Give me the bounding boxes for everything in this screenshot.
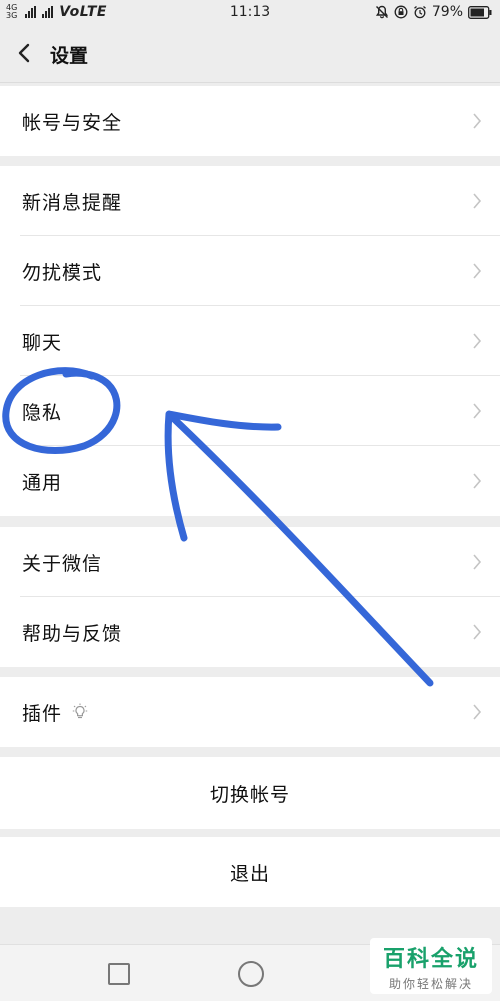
settings-item-privacy[interactable]: 隐私 [0,376,500,446]
settings-item-general[interactable]: 通用 [0,446,500,516]
settings-item-about-wechat[interactable]: 关于微信 [0,527,500,597]
settings-item-account-security[interactable]: 帐号与安全 [0,86,500,156]
settings-group-main: 新消息提醒 勿扰模式 聊天 隐私 通用 [0,166,500,516]
settings-item-plugins[interactable]: 插件 [0,677,500,747]
alarm-icon [413,6,426,19]
battery-percent: 79% [431,4,463,20]
watermark-logo: 百科全说 助你轻松解决 [370,938,492,994]
page-title: 设置 [50,45,89,67]
settings-item-chat[interactable]: 聊天 [0,306,500,376]
battery-icon [468,5,492,19]
chevron-right-icon [473,113,482,129]
chevron-right-icon [473,333,482,349]
settings-item-label: 插件 [22,703,63,725]
settings-item-do-not-disturb[interactable]: 勿扰模式 [0,236,500,306]
lock-rotation-icon [394,5,408,19]
logout-button[interactable]: 退出 [0,837,500,907]
settings-item-help-feedback[interactable]: 帮助与反馈 [0,597,500,667]
chevron-right-icon [473,263,482,279]
switch-account-button[interactable]: 切换帐号 [0,757,500,829]
chevron-right-icon [473,624,482,640]
switch-account-group: 切换帐号 [0,757,500,829]
chevron-right-icon [473,473,482,489]
settings-item-label: 帮助与反馈 [22,623,123,645]
recent-apps-icon[interactable] [108,963,130,985]
status-bar: 4G 3G VoLTE 11:13 79% [0,0,500,26]
watermark-subtitle: 助你轻松解决 [388,977,473,991]
settings-group-plugins: 插件 [0,677,500,747]
settings-item-label: 通用 [22,472,63,494]
settings-item-label: 勿扰模式 [22,262,103,284]
plugin-bulb-icon [72,703,88,719]
settings-item-label: 新消息提醒 [22,192,123,214]
settings-group-account: 帐号与安全 [0,86,500,156]
settings-group-about: 关于微信 帮助与反馈 [0,527,500,667]
settings-item-label: 聊天 [22,332,63,354]
settings-item-label: 帐号与安全 [22,112,123,134]
logout-group: 退出 [0,837,500,907]
watermark-title: 百科全说 [382,947,479,972]
status-right: 79% [375,4,492,20]
chevron-right-icon [473,704,482,720]
settings-item-notifications[interactable]: 新消息提醒 [0,166,500,236]
title-bar: 设置 [0,26,500,83]
chevron-right-icon [473,554,482,570]
home-icon[interactable] [238,961,264,987]
chevron-left-icon[interactable] [14,42,36,64]
chevron-right-icon [473,193,482,209]
bell-off-icon [375,5,388,19]
chevron-right-icon [473,403,482,419]
settings-item-label: 关于微信 [22,553,103,575]
settings-item-label: 隐私 [22,402,63,424]
